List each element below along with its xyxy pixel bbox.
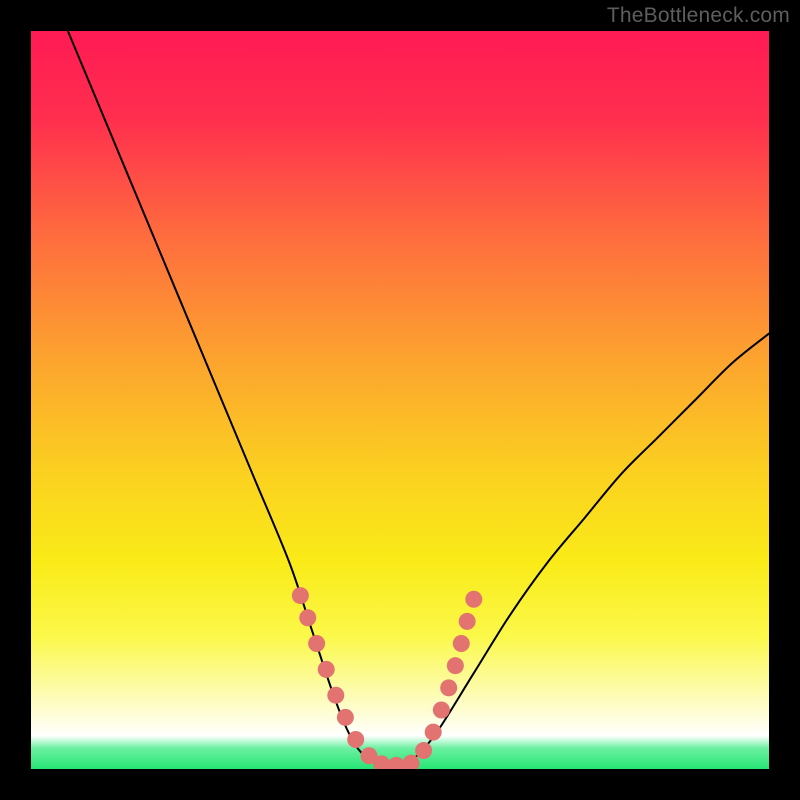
bottleneck-curve bbox=[68, 31, 769, 766]
plot-area bbox=[31, 31, 769, 769]
curve-markers bbox=[292, 587, 482, 769]
marker-point bbox=[327, 687, 344, 704]
marker-point bbox=[459, 613, 476, 630]
marker-point bbox=[347, 731, 364, 748]
marker-point bbox=[337, 709, 354, 726]
marker-point bbox=[425, 724, 442, 741]
marker-point bbox=[440, 679, 457, 696]
marker-point bbox=[388, 757, 405, 769]
marker-point bbox=[453, 635, 470, 652]
marker-point bbox=[465, 591, 482, 608]
marker-point bbox=[433, 701, 450, 718]
marker-point bbox=[308, 635, 325, 652]
marker-point bbox=[447, 657, 464, 674]
marker-point bbox=[415, 742, 432, 759]
chart-frame: TheBottleneck.com bbox=[0, 0, 800, 800]
curve-layer bbox=[31, 31, 769, 769]
marker-point bbox=[318, 661, 335, 678]
watermark-text: TheBottleneck.com bbox=[607, 4, 790, 28]
marker-point bbox=[292, 587, 309, 604]
marker-point bbox=[299, 609, 316, 626]
